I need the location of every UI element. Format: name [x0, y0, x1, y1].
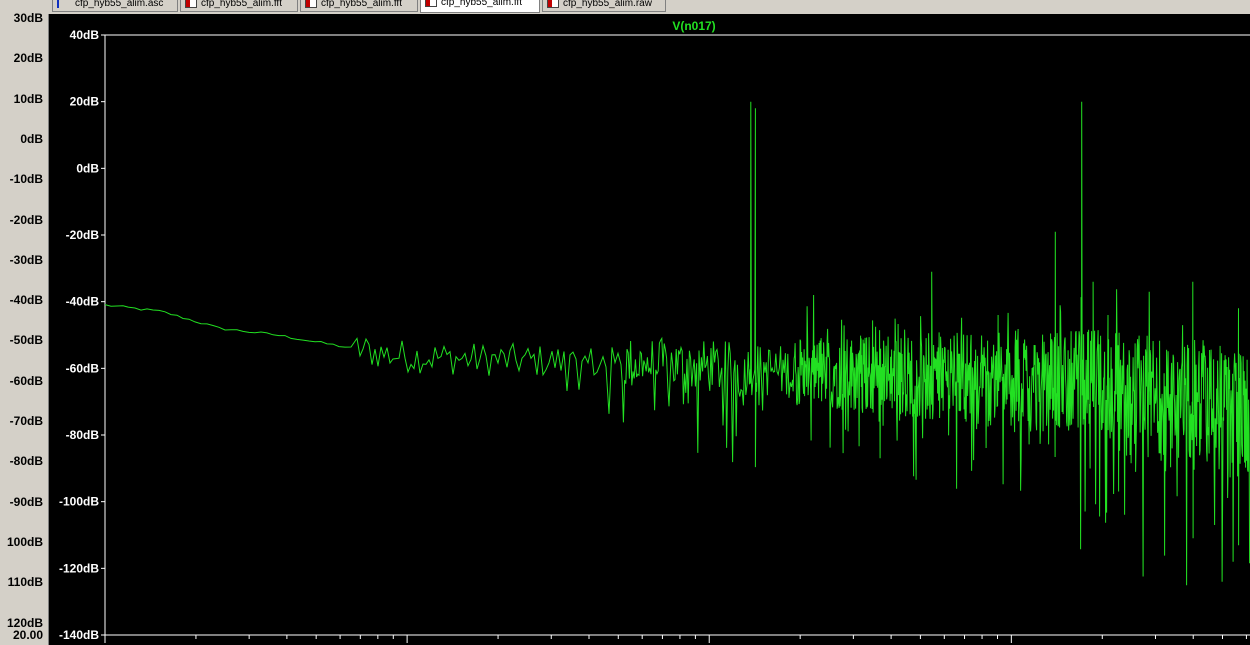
left-panel-label: 0dB — [20, 131, 43, 146]
y-tick-label: -120dB — [59, 561, 99, 575]
plot-title: V(n017) — [672, 19, 715, 33]
tab-label: cfp_hyb55_alim.fft — [201, 0, 282, 9]
left-panel-label: -10dB — [9, 172, 43, 187]
left-panel-label: 100dB — [6, 534, 43, 549]
y-tick-label: 0dB — [76, 161, 99, 175]
y-tick-label: -60dB — [66, 361, 100, 375]
left-panel-label: -30dB — [9, 252, 43, 267]
tab-label: cfp_hyb55_alim.raw — [563, 0, 652, 9]
tab-label: cfp_hyb55_alim.fft — [321, 0, 402, 9]
tab-fft-2[interactable]: cfp_hyb55_alim.fft — [300, 0, 418, 12]
y-tick-label: 20dB — [70, 95, 100, 109]
tab-schematic[interactable]: cfp_hyb55_alim.asc — [52, 0, 178, 12]
left-panel-label: 20.00 — [12, 628, 43, 642]
left-panel-label: -40dB — [9, 293, 43, 308]
left-panel-label: -20dB — [9, 212, 43, 227]
left-panel-label: -50dB — [9, 333, 43, 348]
left-panel-label: -80dB — [9, 454, 43, 469]
y-tick-label: -100dB — [59, 495, 99, 509]
fft-waveform-icon — [425, 0, 437, 8]
left-panel-label: -70dB — [9, 414, 43, 428]
tab-bar: cfp_hyb55_alim.asc cfp_hyb55_alim.fft cf… — [0, 0, 1250, 14]
fft-plot[interactable]: V(n017) 40dB 20dB 0dB -20dB -40dB -60dB -80dB -… — [49, 14, 1250, 645]
left-panel-label: 110dB — [7, 575, 43, 590]
schematic-icon — [57, 0, 71, 9]
left-panel-label: -60dB — [9, 373, 43, 388]
left-panel-label: 30dB — [13, 11, 43, 25]
y-tick-label: -20dB — [66, 228, 100, 242]
fft-waveform-icon — [305, 0, 317, 9]
fft-waveform-icon — [185, 0, 197, 9]
tab-label: cfp_hyb55_alim.asc — [75, 0, 164, 9]
left-panel-label: 20dB — [13, 51, 43, 66]
tab-fft-3-active[interactable]: cfp_hyb55_alim.fft — [420, 0, 540, 13]
left-panel-label: 10dB — [13, 91, 43, 106]
raw-waveform-icon — [547, 0, 559, 9]
tab-label: cfp_hyb55_alim.fft — [441, 0, 522, 8]
tab-fft-1[interactable]: cfp_hyb55_alim.fft — [180, 0, 298, 12]
tab-raw[interactable]: cfp_hyb55_alim.raw — [542, 0, 666, 12]
y-tick-label: -40dB — [66, 295, 100, 309]
y-tick-label: -140dB — [59, 628, 99, 642]
left-panel-label: -90dB — [9, 494, 43, 509]
y-tick-label: -80dB — [66, 428, 100, 442]
y-tick-label: 40dB — [70, 28, 100, 42]
left-axis-panel: 30dB 20dB 10dB 0dB -10dB -20dB -30dB -40dB -50dB… — [0, 11, 49, 645]
